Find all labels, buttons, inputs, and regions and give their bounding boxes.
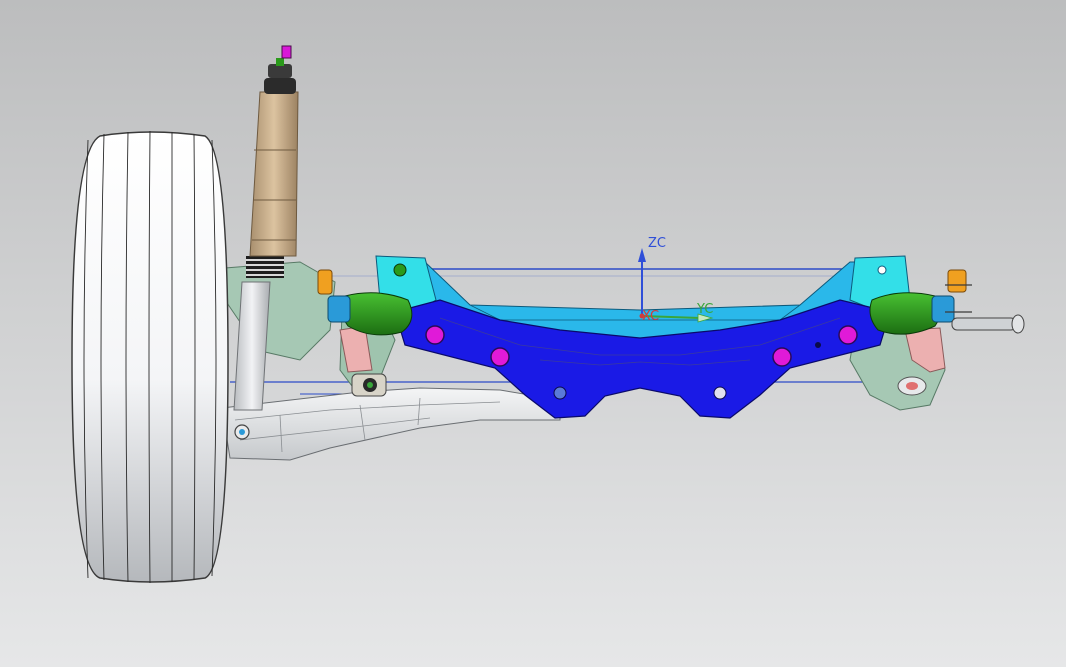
wcs-zc-label: ZC (648, 236, 666, 251)
tire[interactable] (71, 130, 229, 584)
tie-rod[interactable] (951, 314, 1025, 334)
wcs-yc-label: YC (696, 302, 713, 317)
graphics-viewport[interactable]: ZC YC XC (0, 0, 1066, 667)
cad-model-view[interactable]: ZC YC XC (0, 0, 1066, 667)
control-arm[interactable] (221, 373, 561, 461)
wcs-xc-label: XC (642, 309, 659, 324)
